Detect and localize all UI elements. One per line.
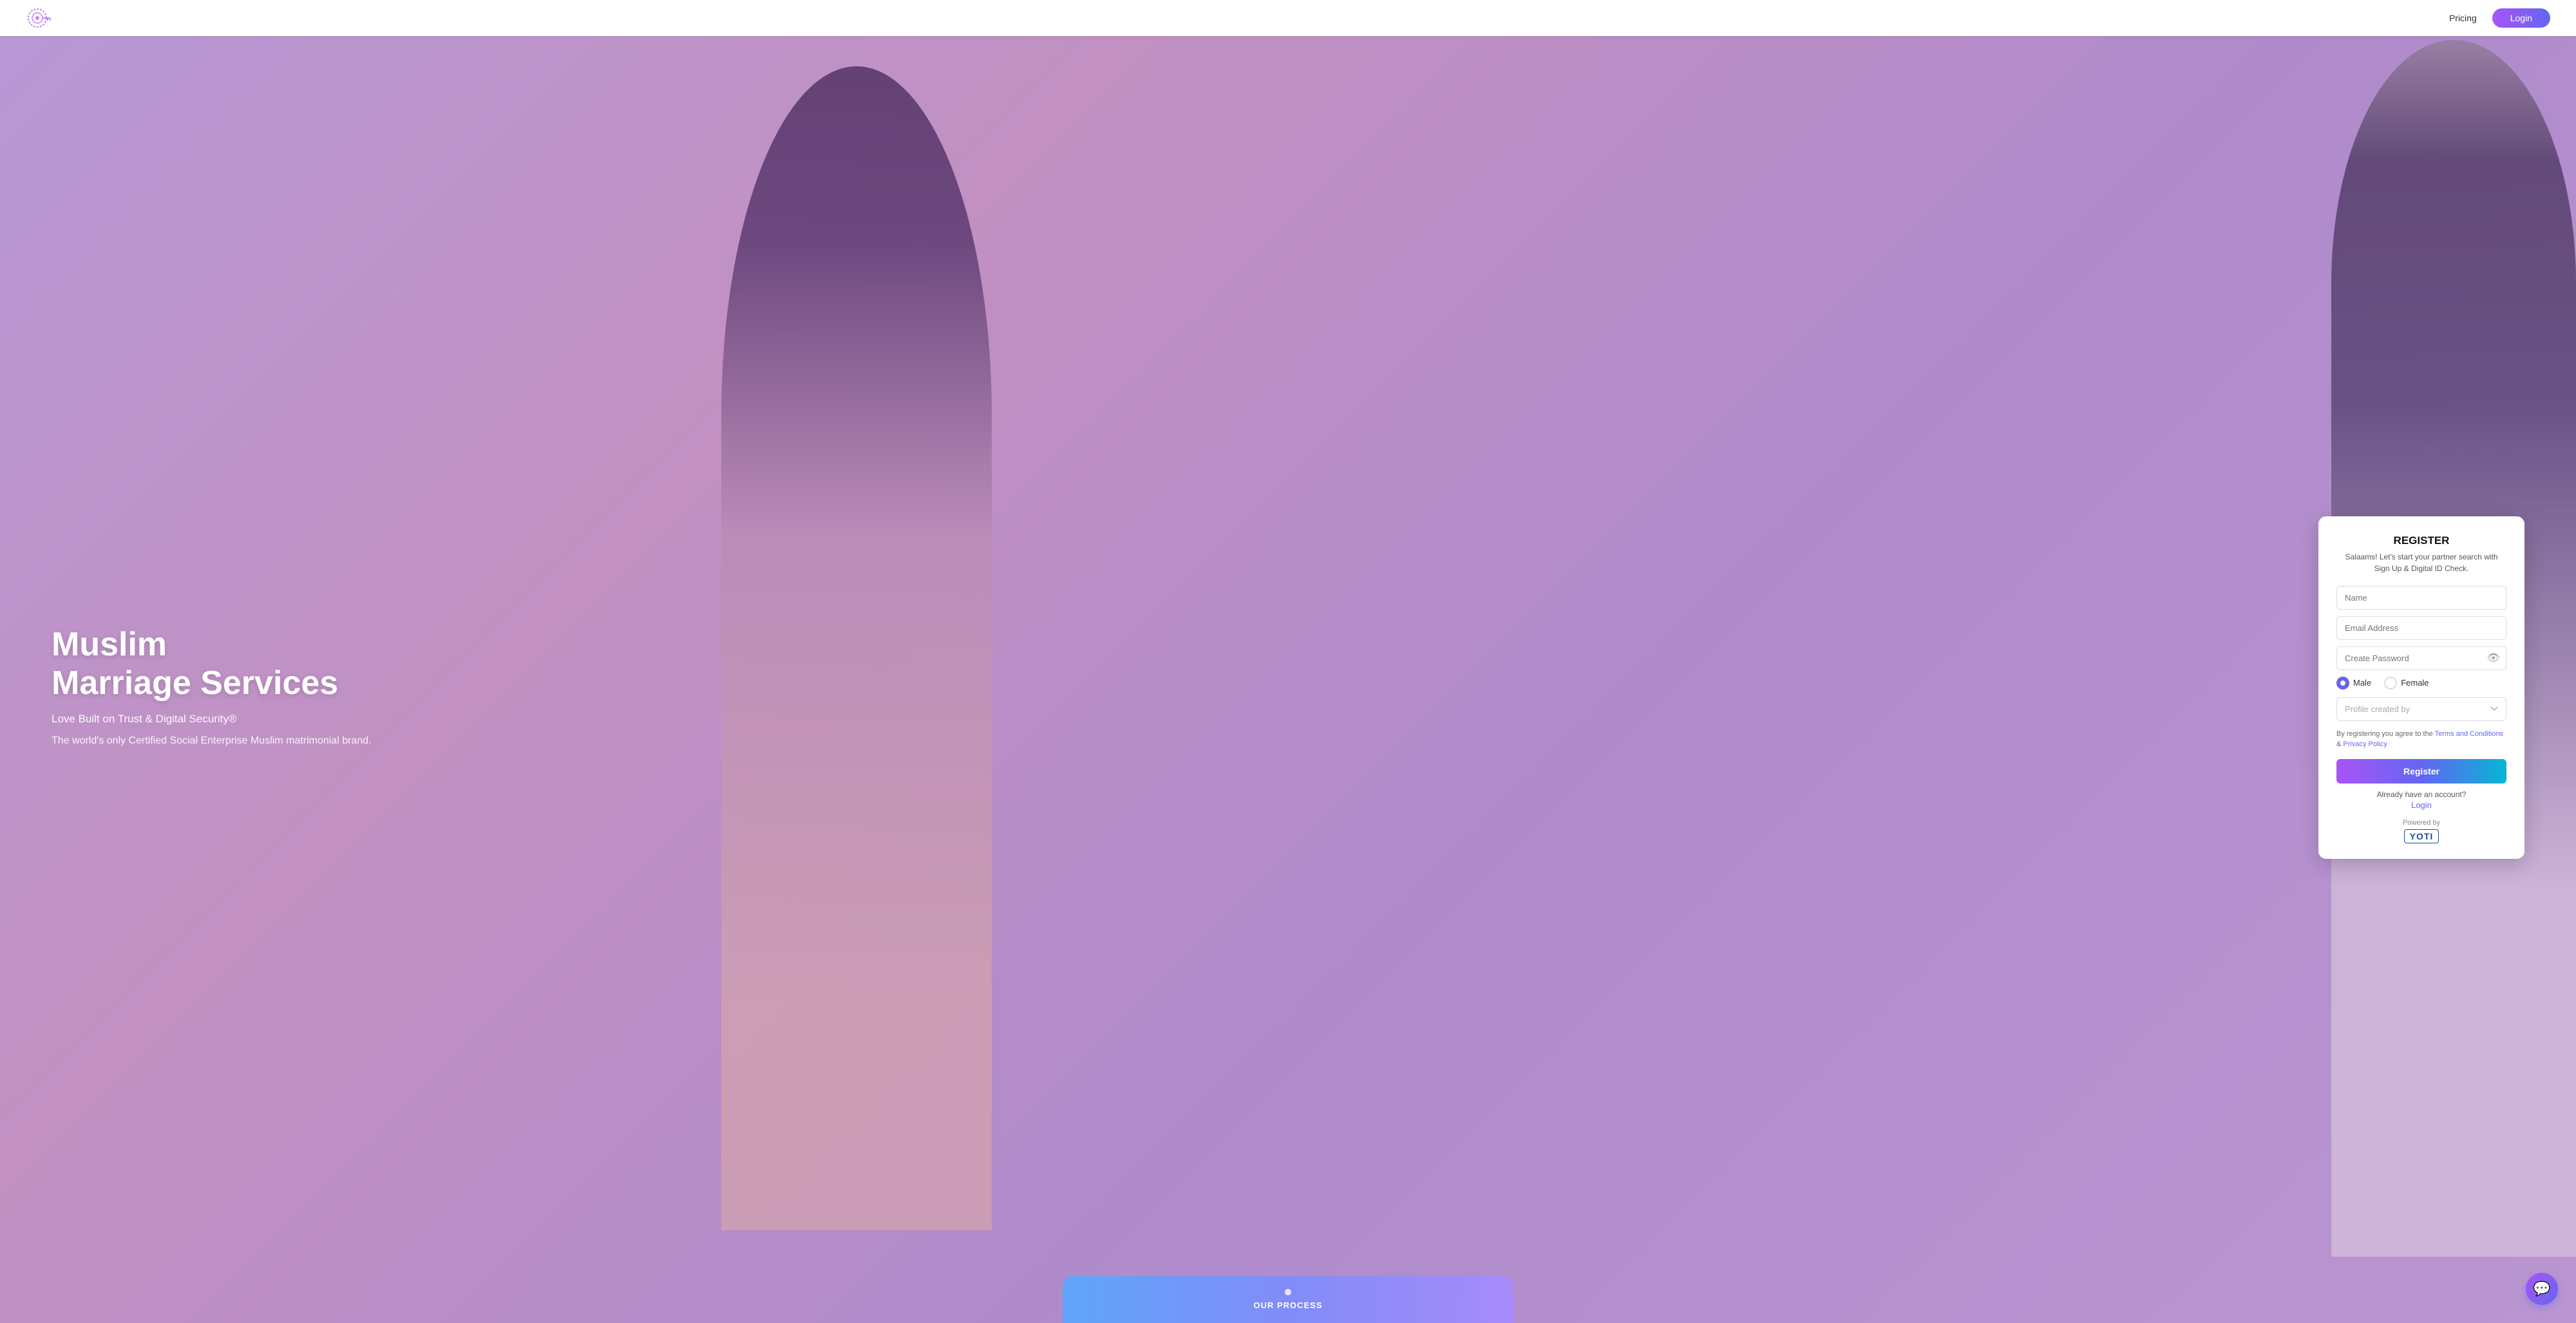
password-input[interactable]: [2336, 646, 2506, 670]
nav-login-button[interactable]: Login: [2492, 8, 2550, 28]
already-account-text: Already have an account?: [2336, 790, 2506, 799]
password-wrapper: 👁︎: [2336, 646, 2506, 670]
male-label: Male: [2353, 678, 2371, 688]
powered-by-text: Powered by: [2336, 819, 2506, 827]
privacy-link[interactable]: Privacy Policy: [2343, 740, 2387, 748]
our-process-section: OUR PROCESS: [1063, 1276, 1513, 1323]
hero-text-block: Muslim Marriage Services Love Built on T…: [52, 626, 374, 749]
gender-row: Male Female: [2336, 677, 2506, 690]
email-input[interactable]: [2336, 616, 2506, 640]
hero-description: The world's only Certified Social Enterp…: [52, 733, 374, 749]
name-input[interactable]: [2336, 586, 2506, 610]
male-radio[interactable]: [2336, 677, 2349, 690]
register-card: REGISTER Salaams! Let's start your partn…: [2318, 516, 2524, 859]
terms-link[interactable]: Terms and Conditions: [2435, 730, 2503, 738]
yoti-badge: YOTI: [2336, 829, 2506, 843]
toggle-password-icon[interactable]: 👁︎: [2487, 652, 2500, 664]
female-radio[interactable]: [2384, 677, 2397, 690]
our-process-dot: [1285, 1289, 1291, 1295]
chat-icon: 💬: [2533, 1281, 2550, 1297]
hero-subtitle: Love Built on Trust & Digital Security®: [52, 713, 374, 726]
hero-content: Muslim Marriage Services Love Built on T…: [0, 465, 2576, 859]
female-label: Female: [2401, 678, 2429, 688]
register-title: REGISTER: [2336, 534, 2506, 547]
nav-right: Pricing Login: [2449, 8, 2550, 28]
profile-created-by-select[interactable]: Profile created by Self Parent Guardian …: [2336, 697, 2506, 721]
hero-section: Muslim Marriage Services Love Built on T…: [0, 0, 2576, 1323]
terms-text: By registering you agree to the Terms an…: [2336, 729, 2506, 750]
chat-bubble-button[interactable]: 💬: [2526, 1273, 2558, 1305]
logo-area: [26, 6, 54, 30]
logo-icon: [26, 6, 54, 30]
gender-female-option[interactable]: Female: [2384, 677, 2429, 690]
our-process-label: OUR PROCESS: [1253, 1300, 1322, 1310]
register-button[interactable]: Register: [2336, 759, 2506, 783]
register-description: Salaams! Let's start your partner search…: [2336, 551, 2506, 574]
login-link[interactable]: Login: [2336, 800, 2506, 810]
pricing-link[interactable]: Pricing: [2449, 13, 2477, 23]
gender-male-option[interactable]: Male: [2336, 677, 2371, 690]
hero-title: Muslim Marriage Services: [52, 626, 374, 703]
navbar: Pricing Login: [0, 0, 2576, 36]
yoti-logo: YOTI: [2404, 829, 2439, 843]
